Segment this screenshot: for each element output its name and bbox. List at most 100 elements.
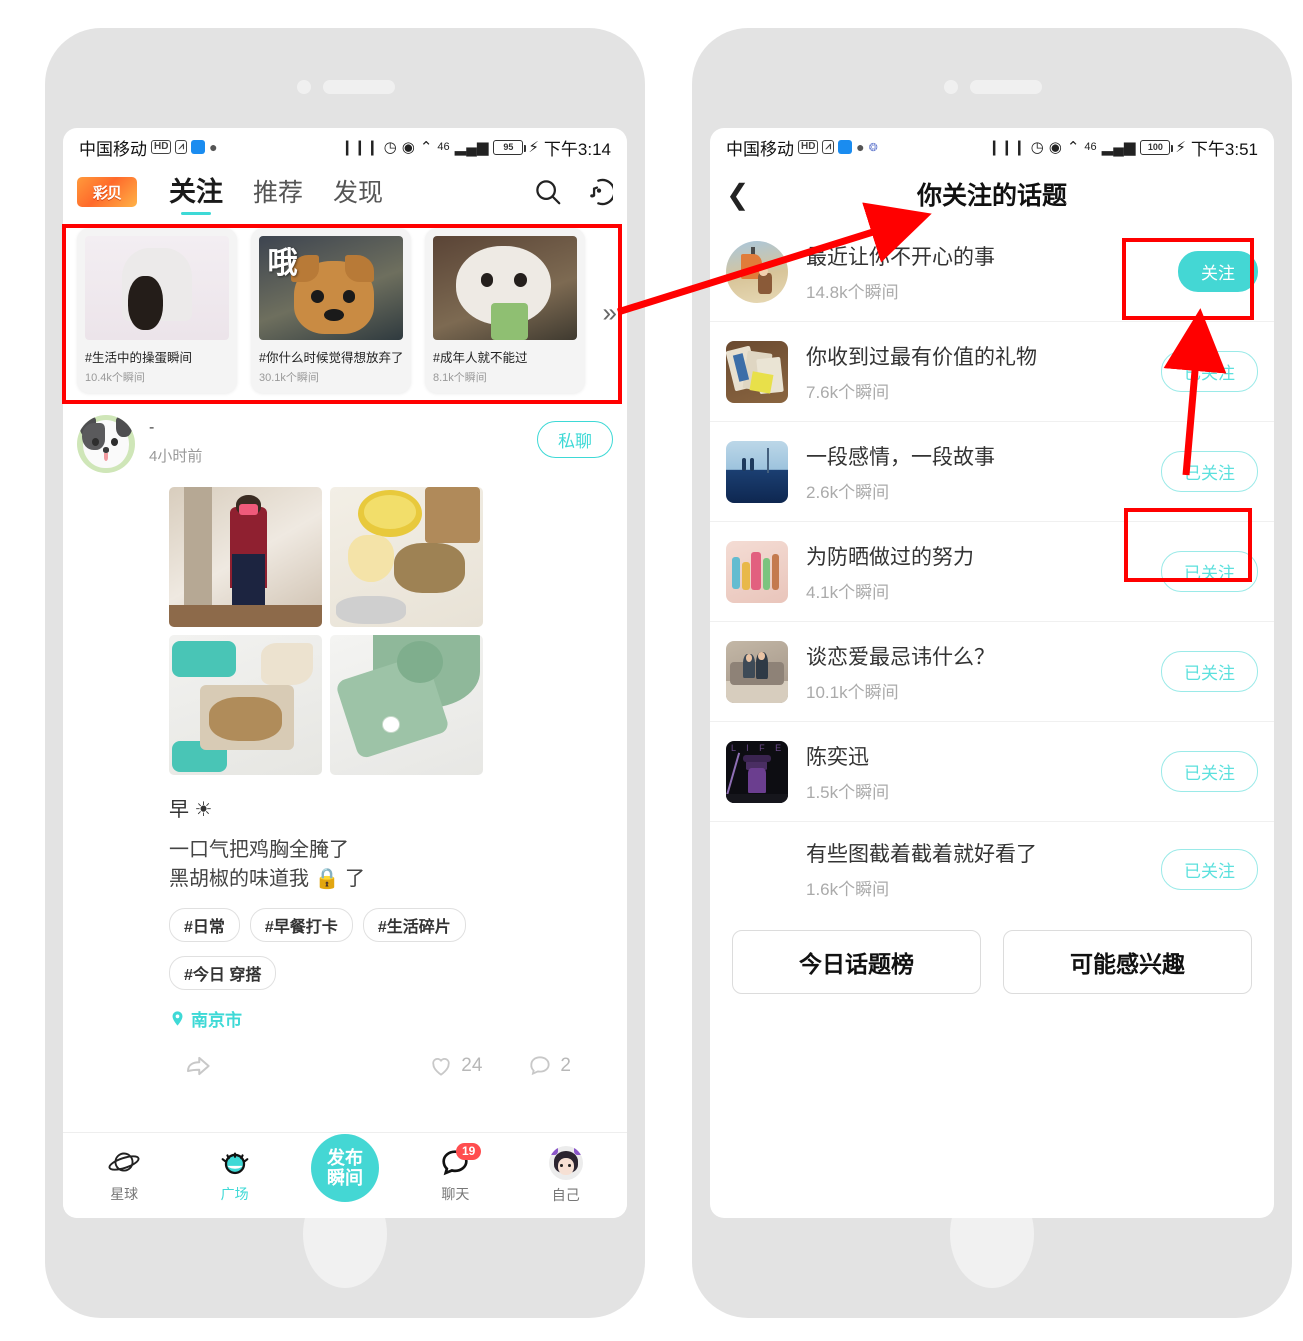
post-photo[interactable] (169, 635, 322, 775)
qq-penguin-icon: ● (209, 139, 218, 155)
topic-count: 1.5k个瞬间 (806, 782, 890, 802)
heart-icon (432, 1058, 450, 1076)
post-tag[interactable]: #早餐打卡 (249, 908, 353, 942)
search-icon[interactable] (533, 177, 563, 207)
tab-following[interactable]: 关注 (169, 170, 223, 215)
right-phone-screen: 中国移动 HD ⩘ ● ❂ ❙❙❙ ◷ ◉ ⌃ 46 ▂▄▆ 100 ⚡ 下午3… (710, 128, 1274, 1218)
comment-count: 2 (560, 1055, 571, 1076)
right-navigation-bar: ❮ 你关注的话题 (710, 166, 1274, 222)
followed-button[interactable]: 已关注 (1161, 351, 1258, 392)
private-chat-button[interactable]: 私聊 (537, 421, 613, 458)
tab-recommend[interactable]: 推荐 (253, 173, 303, 215)
nav-label: 自己 (551, 1187, 580, 1203)
topic-text: 谈恋爱最忌讳什么？ 10.1k个瞬间 (806, 641, 1143, 703)
tab-discover[interactable]: 发现 (333, 173, 383, 215)
alarm-icon: ◷ (383, 139, 397, 156)
cellular-signal-icon: ▂▄▆ (454, 139, 489, 156)
table-row[interactable]: L I F E 陈奕迅 1.5k个瞬间 已关注 (710, 722, 1274, 822)
followed-button[interactable]: 已关注 (1161, 451, 1258, 492)
topic-text: 有些图截着截着就好看了 1.6k个瞬间 (806, 838, 1143, 900)
topic-text: 一段感情，一段故事 2.6k个瞬间 (806, 441, 1143, 503)
topic-card-title: #成年人就不能过 (433, 351, 528, 365)
post-photo[interactable] (169, 487, 322, 627)
right-status-bar: 中国移动 HD ⩘ ● ❂ ❙❙❙ ◷ ◉ ⌃ 46 ▂▄▆ 100 ⚡ 下午3… (710, 128, 1274, 166)
post-tag[interactable]: #生活碎片 (362, 908, 466, 942)
clock-label: 下午3:51 (1190, 139, 1258, 159)
topic-card-count: 8.1k个瞬间 (433, 372, 487, 384)
avatar[interactable] (77, 415, 135, 473)
follow-button[interactable]: 关注 (1178, 251, 1258, 292)
post-text: 一口气把鸡胸全腌了 黑胡椒的味道我 🔒 了 (169, 839, 366, 890)
share-arrow-icon (187, 1056, 210, 1076)
app-logo[interactable]: 彩贝 (77, 177, 137, 207)
today-topic-rank-button[interactable]: 今日话题榜 (732, 930, 981, 994)
screenshot-stage: 中国移动 HD ⩘ ● ❙❙❙ ◷ ◉ ⌃ 46 ▂▄▆ 95 ⚡ 下午3:14 (0, 0, 1303, 1341)
table-row[interactable]: 有些图截着截着就好看了 1.6k个瞬间 已关注 (710, 822, 1274, 916)
may-interest-button[interactable]: 可能感兴趣 (1003, 930, 1252, 994)
eye-care-icon: ◉ (1048, 139, 1062, 156)
topic-text: 陈奕迅 1.5k个瞬间 (806, 741, 1143, 803)
topic-card[interactable]: #生活中的操蛋瞬间 10.4k个瞬间 (77, 228, 237, 393)
topic-card[interactable]: #成年人就不能过 8.1k个瞬间 (425, 228, 585, 393)
alarm-icon: ◷ (1030, 139, 1044, 156)
nav-item-profile[interactable]: 自己 (524, 1146, 608, 1205)
publish-moment-button[interactable]: 发布 瞬间 (303, 1133, 387, 1202)
topic-card[interactable]: 哦 #你什么时候觉得想放弃了 30.1k个瞬间 (251, 228, 411, 393)
table-row[interactable]: 一段感情，一段故事 2.6k个瞬间 已关注 (710, 422, 1274, 522)
topic-count: 10.1k个瞬间 (806, 682, 899, 702)
topic-thumbnail (726, 340, 788, 403)
location-pin-icon (172, 1011, 183, 1026)
followed-button[interactable]: 已关注 (1161, 751, 1258, 792)
comment-button[interactable]: 2 (526, 1053, 571, 1079)
feed-post: - 4小时前 私聊 早 ☀ 一口气把鸡胸全腌了 黑胡椒的味道我 🔒 了 #日常 … (63, 407, 627, 1091)
topic-thumbnail (726, 540, 788, 603)
signal-wave-icon: ⩘ (822, 140, 835, 154)
eye-care-icon: ◉ (401, 139, 415, 156)
fab-publish[interactable]: 发布 瞬间 (310, 1133, 379, 1202)
followed-button[interactable]: 已关注 (1161, 848, 1258, 890)
planet-icon (108, 1152, 140, 1172)
share-button[interactable] (181, 1051, 215, 1081)
nav-item-planet[interactable]: 星球 (82, 1147, 166, 1204)
like-button[interactable]: 24 (427, 1053, 482, 1079)
followed-button[interactable]: 已关注 (1161, 651, 1258, 692)
network-4g-icon: 46 (437, 141, 450, 153)
post-username[interactable]: - (149, 420, 202, 436)
post-tag[interactable]: #日常 (169, 908, 240, 942)
topic-card-title: #生活中的操蛋瞬间 (85, 351, 192, 365)
right-phone-frame: 中国移动 HD ⩘ ● ❂ ❙❙❙ ◷ ◉ ⌃ 46 ▂▄▆ 100 ⚡ 下午3… (692, 28, 1292, 1318)
topic-title: 谈恋爱最忌讳什么？ (806, 645, 995, 669)
followed-button[interactable]: 已关注 (1161, 551, 1258, 592)
topic-count: 1.6k个瞬间 (806, 880, 890, 899)
topic-count: 7.6k个瞬间 (806, 382, 890, 402)
topic-count: 4.1k个瞬间 (806, 582, 890, 602)
post-photo[interactable] (330, 635, 483, 775)
topic-card-image (85, 236, 229, 340)
music-note-icon[interactable] (581, 176, 613, 208)
bottom-navigation-bar: 星球 广场 发布 瞬间 19 聊天 自己 (63, 1132, 627, 1218)
nav-label: 星球 (110, 1186, 139, 1202)
table-row[interactable]: 你收到过最有价值的礼物 7.6k个瞬间 已关注 (710, 322, 1274, 422)
table-row[interactable]: 最近让你不开心的事 14.8k个瞬间 关注 (710, 222, 1274, 322)
topic-thumbnail (726, 640, 788, 703)
chevron-right-icon[interactable]: » (603, 297, 617, 328)
chevron-left-icon[interactable]: ❮ (726, 178, 749, 211)
table-row[interactable]: 谈恋爱最忌讳什么？ 10.1k个瞬间 已关注 (710, 622, 1274, 722)
shield-app-icon (191, 140, 206, 154)
nav-item-chat[interactable]: 19 聊天 (413, 1143, 497, 1204)
topic-title: 有些图截着截着就好看了 (806, 843, 1037, 866)
hd-icon: HD (798, 140, 819, 154)
topic-thumbnail (726, 240, 788, 303)
topic-card-title: #你什么时候觉得想放弃了 (259, 351, 403, 365)
nav-label: 广场 (220, 1186, 249, 1202)
post-photo[interactable] (330, 487, 483, 627)
topic-cards-scroller[interactable]: #生活中的操蛋瞬间 10.4k个瞬间 哦 #你什么时候觉得想放弃了 30.1k个… (63, 228, 627, 393)
post-location[interactable]: 南京市 (169, 1006, 613, 1031)
post-tag[interactable]: #今日 穿搭 (169, 956, 277, 990)
post-header: - 4小时前 私聊 (77, 415, 613, 473)
table-row[interactable]: 为防晒做过的努力 4.1k个瞬间 已关注 (710, 522, 1274, 622)
chat-unread-badge: 19 (456, 1143, 482, 1160)
earpiece-speaker (970, 80, 1042, 94)
nav-item-square[interactable]: 广场 (193, 1147, 277, 1204)
topic-title: 你收到过最有价值的礼物 (806, 345, 1037, 369)
